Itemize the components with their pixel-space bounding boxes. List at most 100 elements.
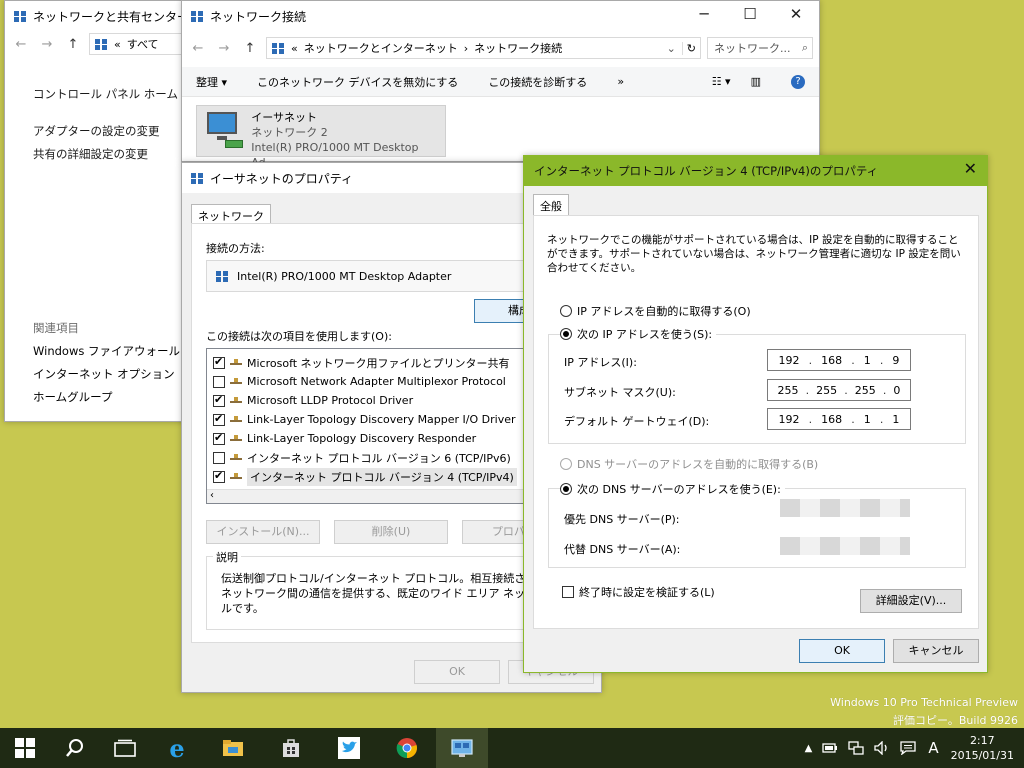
forward-icon[interactable]: →	[37, 37, 57, 52]
ipv4-cancel-button[interactable]: キャンセル	[893, 639, 979, 663]
up-icon[interactable]: ↑	[63, 37, 83, 52]
nsc-link-adapter[interactable]: アダプターの設定の変更	[33, 120, 178, 143]
manual-ip-label[interactable]: 次の IP アドレスを使う(S):	[577, 326, 712, 342]
component-checkbox[interactable]	[213, 469, 225, 483]
nc-address[interactable]: « ネットワークとインターネット › ネットワーク接続 ⌄ ↻	[266, 37, 701, 59]
minimize-button[interactable]: ─	[681, 1, 727, 31]
control-panel-taskbar-button[interactable]	[436, 728, 488, 768]
mask-octet-1[interactable]: 255	[778, 384, 799, 397]
ime-indicator[interactable]: A	[926, 739, 940, 757]
gw-octet-1[interactable]: 192	[779, 413, 800, 426]
manual-dns-label[interactable]: 次の DNS サーバーのアドレスを使う(E):	[577, 481, 781, 497]
validate-checkbox[interactable]	[562, 586, 574, 598]
search-taskbar-button[interactable]	[50, 728, 100, 768]
ip-octet-3[interactable]: 1	[864, 354, 871, 367]
breadcrumb-overflow-icon[interactable]: «	[291, 42, 298, 55]
nsc-related-firewall[interactable]: Windows ファイアウォール	[33, 340, 180, 363]
ip-octet-2[interactable]: 168	[821, 354, 842, 367]
gateway-field[interactable]: 192. 168. 1. 1	[767, 408, 911, 430]
change-view-icon[interactable]: ☷ ▾	[712, 75, 731, 88]
network-tray-icon[interactable]	[848, 741, 864, 755]
mask-octet-2[interactable]: 255	[816, 384, 837, 397]
diagnose-button[interactable]: この接続を診断する	[488, 74, 587, 90]
twitter-taskbar-button[interactable]	[320, 728, 378, 768]
ipv4-close-button[interactable]: ✕	[964, 159, 977, 178]
component-checkbox[interactable]	[213, 393, 225, 407]
nsc-related-homegroup[interactable]: ホームグループ	[33, 386, 180, 409]
disable-device-button[interactable]: このネットワーク デバイスを無効にする	[257, 74, 458, 90]
component-checkbox[interactable]	[213, 451, 225, 464]
auto-dns-radio[interactable]	[560, 458, 572, 470]
component-checkbox[interactable]	[213, 375, 225, 388]
gw-octet-4[interactable]: 1	[892, 413, 899, 426]
more-commands-button[interactable]: »	[617, 75, 624, 88]
nc-titlebar[interactable]: ネットワーク接続 ─ ☐ ✕	[182, 1, 819, 31]
ip-octet-4[interactable]: 9	[892, 354, 899, 367]
volume-icon[interactable]	[874, 741, 890, 755]
back-icon[interactable]: ←	[11, 37, 31, 52]
close-button[interactable]: ✕	[773, 1, 819, 31]
nsc-link-home[interactable]: コントロール パネル ホーム	[33, 83, 178, 106]
nsc-link-sharing[interactable]: 共有の詳細設定の変更	[33, 143, 178, 166]
preferred-dns-label: 優先 DNS サーバー(P):	[564, 513, 680, 526]
back-icon[interactable]: ←	[188, 41, 208, 56]
ip-address-field[interactable]: 192. 168. 1. 9	[767, 349, 911, 371]
nsc-addr-text: すべて	[126, 38, 159, 51]
auto-dns-label[interactable]: DNS サーバーのアドレスを自動的に取得する(B)	[577, 456, 818, 472]
eth-adapter-name: Intel(R) PRO/1000 MT Desktop Adapter	[237, 269, 452, 283]
eth-ok-button[interactable]: OK	[414, 660, 500, 684]
maximize-button[interactable]: ☐	[727, 1, 773, 31]
ip-octet-1[interactable]: 192	[779, 354, 800, 367]
start-button[interactable]	[0, 728, 50, 768]
breadcrumb-network-connections[interactable]: ネットワーク接続	[474, 40, 562, 56]
breadcrumb-sep-icon[interactable]: ›	[464, 42, 468, 55]
component-checkbox[interactable]	[213, 355, 225, 369]
breadcrumb-overflow-icon[interactable]: «	[114, 38, 121, 51]
nsc-related-inet[interactable]: インターネット オプション	[33, 363, 180, 386]
show-hidden-icons-icon[interactable]: ▲	[805, 743, 813, 754]
component-checkbox[interactable]	[213, 431, 225, 445]
up-icon[interactable]: ↑	[240, 41, 260, 56]
install-button[interactable]: インストール(N)...	[206, 520, 320, 544]
preview-pane-icon[interactable]: ▥	[751, 75, 761, 88]
manual-ip-radio[interactable]	[560, 328, 572, 340]
ie-taskbar-button[interactable]: e	[150, 728, 204, 768]
power-icon[interactable]	[822, 742, 838, 754]
mask-octet-4[interactable]: 0	[893, 384, 900, 397]
uninstall-button[interactable]: 削除(U)	[334, 520, 448, 544]
auto-ip-radio[interactable]	[560, 305, 572, 317]
ipv4-ok-button[interactable]: OK	[799, 639, 885, 663]
help-icon[interactable]: ?	[791, 74, 805, 89]
gw-octet-3[interactable]: 1	[864, 413, 871, 426]
subnet-mask-field[interactable]: 255. 255. 255. 0	[767, 379, 911, 401]
alternate-dns-field[interactable]	[780, 537, 910, 555]
adapter-tile[interactable]: イーサネット ネットワーク 2 Intel(R) PRO/1000 MT Des…	[196, 105, 446, 169]
search-icon[interactable]: ⌕	[802, 41, 808, 55]
gw-octet-2[interactable]: 168	[821, 413, 842, 426]
scroll-left-icon[interactable]: ‹	[210, 490, 214, 501]
clock[interactable]: 2:17 2015/01/31	[951, 733, 1014, 763]
action-center-icon[interactable]	[900, 741, 916, 755]
address-dropdown-icon[interactable]: ⌄	[667, 42, 676, 55]
task-view-button[interactable]	[100, 728, 150, 768]
mask-octet-3[interactable]: 255	[855, 384, 876, 397]
subnet-mask-label: サブネット マスク(U):	[564, 386, 676, 399]
nsc-titlebar[interactable]: ネットワークと共有センター	[5, 1, 203, 31]
manual-dns-radio[interactable]	[560, 483, 572, 495]
adapter-network: ネットワーク 2	[251, 126, 328, 139]
protocol-icon	[230, 414, 242, 426]
component-checkbox[interactable]	[213, 412, 225, 426]
breadcrumb-network-internet[interactable]: ネットワークとインターネット	[304, 40, 458, 56]
store-taskbar-button[interactable]	[262, 728, 320, 768]
refresh-icon[interactable]: ↻	[681, 41, 700, 55]
advanced-button[interactable]: 詳細設定(V)...	[860, 589, 962, 613]
preferred-dns-field[interactable]	[780, 499, 910, 517]
explorer-taskbar-button[interactable]	[204, 728, 262, 768]
auto-ip-label[interactable]: IP アドレスを自動的に取得する(O)	[577, 303, 751, 319]
chrome-taskbar-button[interactable]	[378, 728, 436, 768]
forward-icon[interactable]: →	[214, 41, 234, 56]
organize-button[interactable]: 整理 ▾	[196, 74, 227, 90]
ipv4-titlebar[interactable]: インターネット プロトコル バージョン 4 (TCP/IPv4)のプロパティ ✕	[524, 156, 987, 186]
validate-label[interactable]: 終了時に設定を検証する(L)	[579, 584, 715, 600]
nc-search-input[interactable]: ネットワーク... ⌕	[707, 37, 813, 59]
